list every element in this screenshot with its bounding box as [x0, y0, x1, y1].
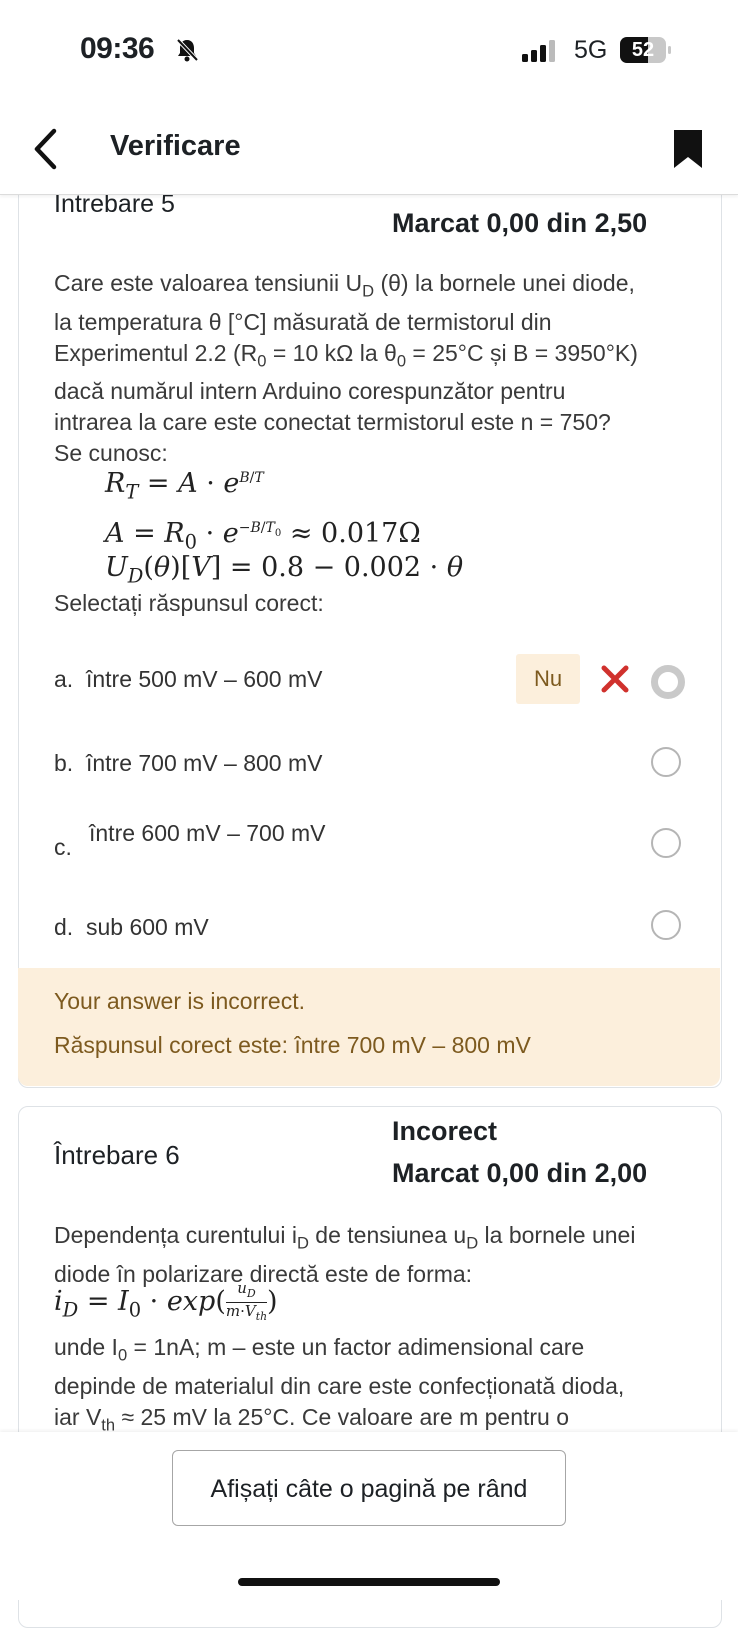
- option-c[interactable]: între 600 mV – 700 mV: [89, 820, 326, 847]
- option-b-radio[interactable]: [651, 747, 681, 777]
- question-6-text-2: unde I0 = 1nA; m – este un factor adimen…: [54, 1334, 625, 1435]
- battery-level: 52: [631, 39, 655, 61]
- q5-text-line4: dacă numărul intern Arduino corespunzăto…: [54, 378, 566, 405]
- q5-sub: D: [362, 281, 375, 301]
- page-title: Verificare: [110, 130, 241, 162]
- option-c-letter[interactable]: c.: [54, 834, 72, 861]
- feedback-box: [18, 968, 720, 1086]
- incorrect-x-icon: [601, 665, 629, 693]
- back-arrow-icon[interactable]: [30, 126, 66, 172]
- q5-text-line1-rest: (θ) la bornele unei diode,: [374, 270, 635, 296]
- show-one-page-button[interactable]: Afișați câte o pagină pe rând: [172, 1450, 566, 1526]
- q5-text-line2: la temperatura θ [°C] măsurată de termis…: [54, 308, 552, 335]
- bell-muted-icon: [176, 38, 198, 62]
- q5-sub: 0: [396, 351, 407, 371]
- q5-text-line5: intrarea la care este conectat termistor…: [54, 409, 611, 436]
- q5-text-line1: Care este valoarea tensiunii U: [54, 270, 363, 296]
- question-6-marks: Marcat 0,00 din 2,00: [392, 1158, 648, 1188]
- q5-text-line3: Experimentul 2.2 (R: [54, 339, 258, 366]
- network-type: 5G: [574, 36, 608, 64]
- equation-diode-current: iD = I0 · exp(uD m·Vth): [54, 1279, 278, 1323]
- q5-text-line3-mid: = 10 kΩ la θ: [266, 339, 397, 366]
- equation-rt: RT = A · eB/T: [105, 468, 264, 504]
- incorrect-badge: Nu: [516, 654, 580, 704]
- equation-a: A = R0 · e−B/T0 ≈ 0.017Ω: [105, 518, 421, 554]
- question-6-state: Incorect: [392, 1116, 498, 1146]
- q5-text-line6: Se cunosc:: [54, 440, 168, 467]
- option-d[interactable]: d. sub 600 mV: [54, 914, 209, 941]
- option-c-radio[interactable]: [651, 828, 681, 858]
- home-indicator[interactable]: [238, 1578, 500, 1586]
- feedback-correct-answer: Răspunsul corect este: între 700 mV – 80…: [54, 1032, 531, 1058]
- select-prompt: Selectați răspunsul corect:: [54, 590, 324, 616]
- option-a[interactable]: a. între 500 mV – 600 mV: [54, 666, 322, 693]
- signal-icon: [522, 40, 555, 62]
- feedback-incorrect: Your answer is incorrect.: [54, 988, 305, 1014]
- option-b[interactable]: b. între 700 mV – 800 mV: [54, 750, 322, 777]
- status-time: 09:36: [80, 32, 155, 65]
- question-5-marks: Marcat 0,00 din 2,50: [392, 208, 648, 238]
- battery-icon: 52: [620, 37, 672, 63]
- option-d-radio[interactable]: [651, 910, 681, 940]
- q5-text-line3-rest: = 25°C și B = 3950°K): [406, 339, 638, 366]
- question-6-title: Întrebare 6: [54, 1140, 180, 1170]
- option-a-radio-selected[interactable]: [651, 665, 685, 699]
- question-5-text: Care este valoarea tensiunii UD (θ) la b…: [54, 268, 704, 469]
- bookmark-icon[interactable]: [672, 128, 704, 170]
- equation-ud: UD(θ)[V] = 0.8 − 0.002 · θ: [105, 552, 464, 588]
